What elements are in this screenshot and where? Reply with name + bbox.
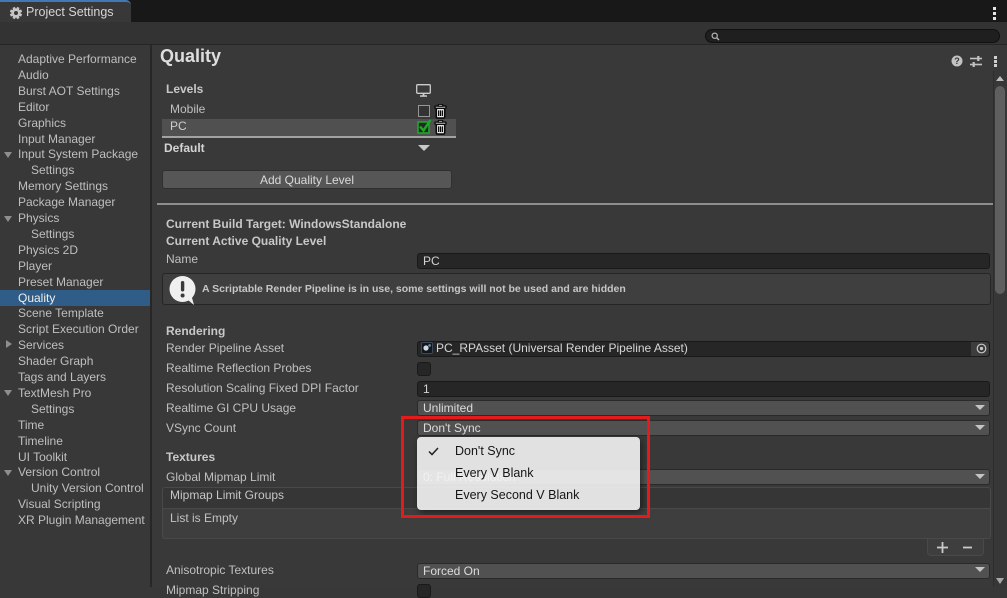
svg-text:?: ? [954,56,960,66]
